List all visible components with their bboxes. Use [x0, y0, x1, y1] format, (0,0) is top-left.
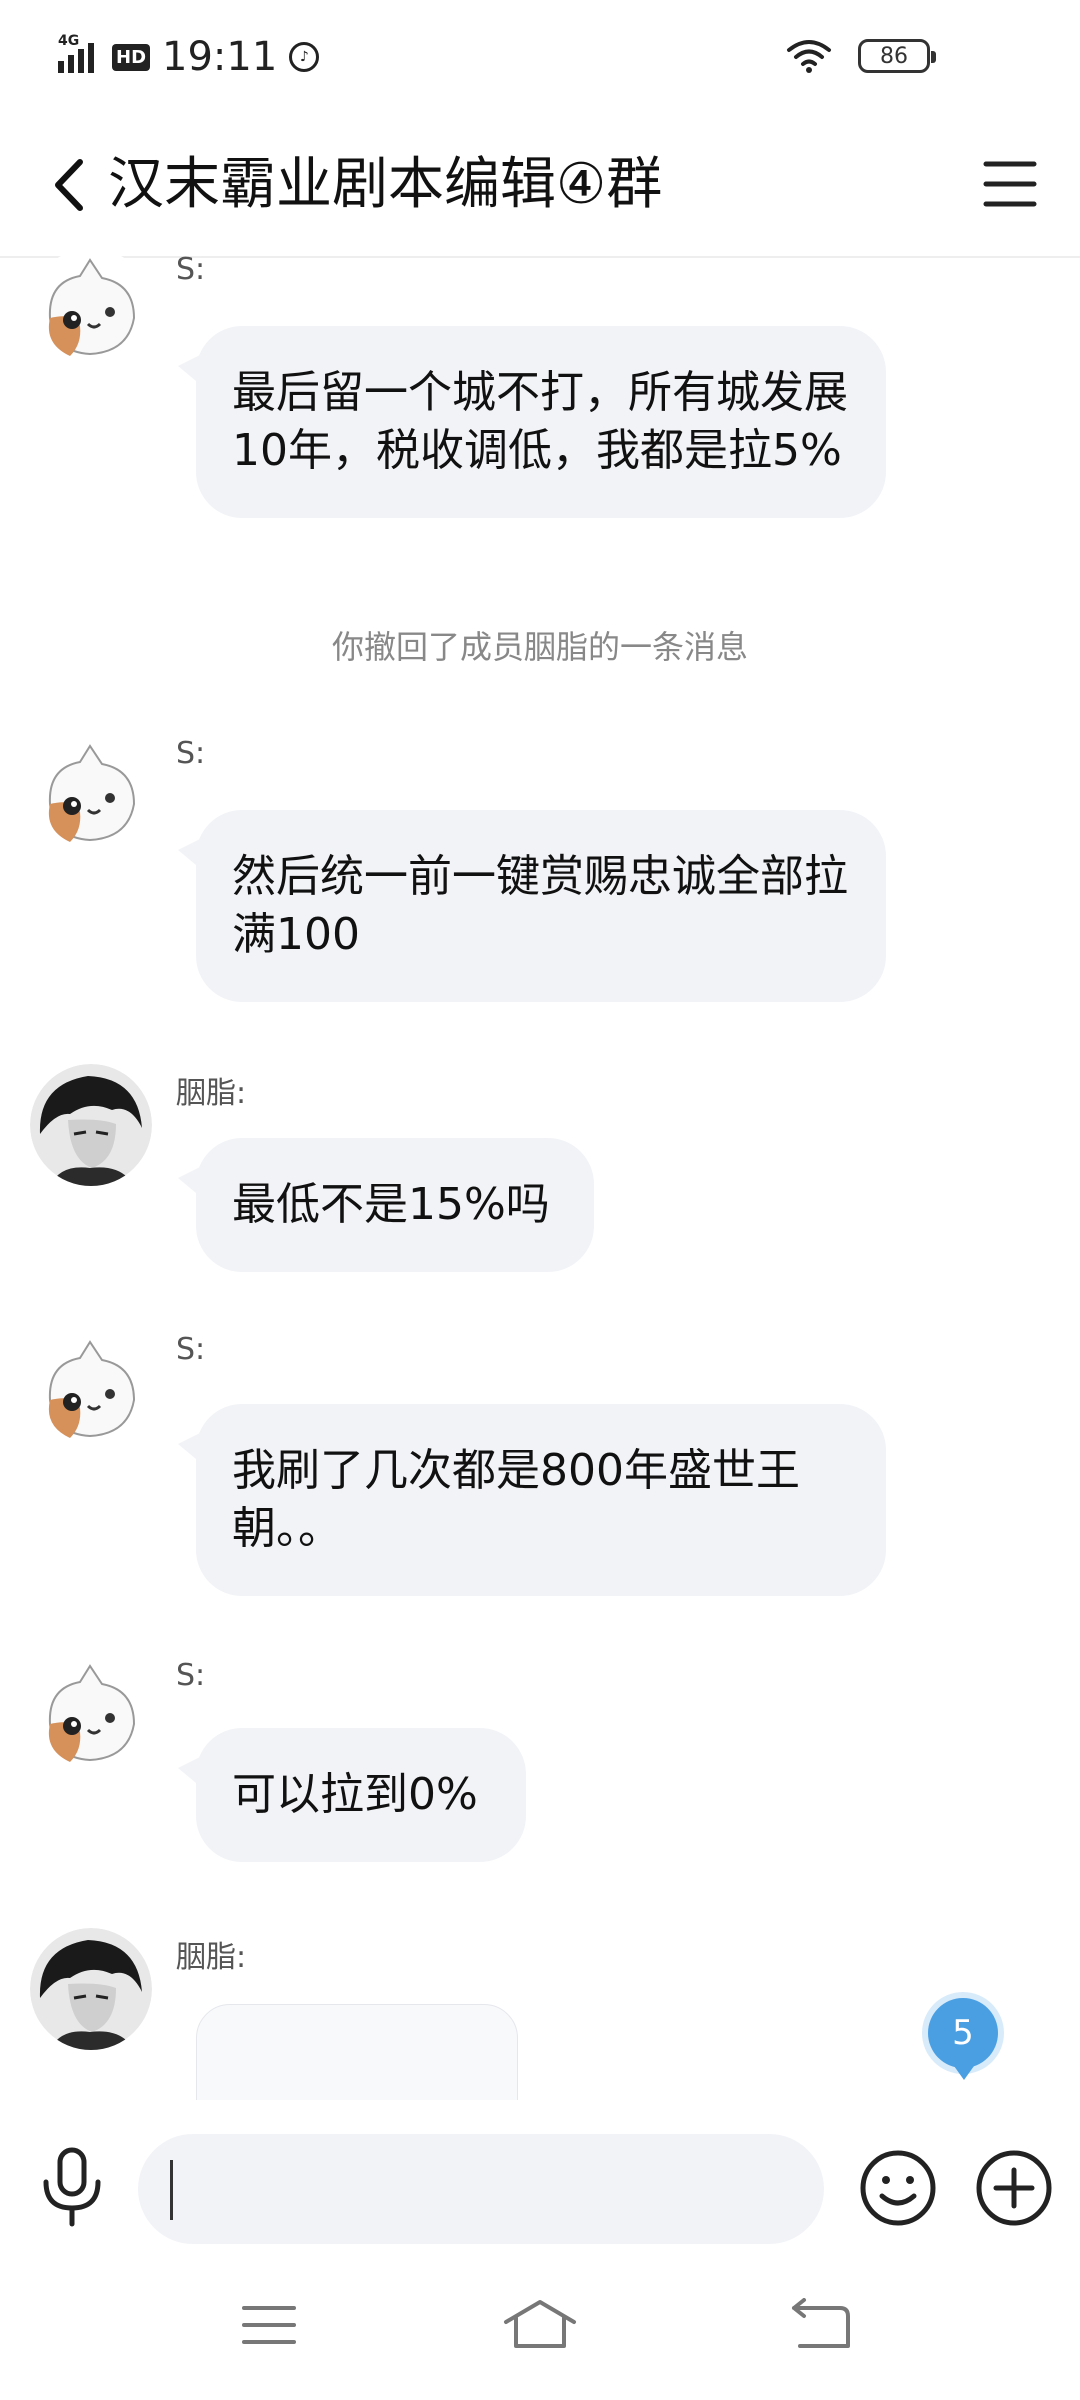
text-cursor — [170, 2160, 173, 2220]
recent-apps-button[interactable] — [240, 2300, 298, 2350]
system-recall-notice: 你撤回了成员胭脂的一条消息 — [331, 628, 748, 666]
sender-name: S: — [176, 736, 206, 771]
hd-badge: HD — [112, 43, 151, 71]
message-bubble[interactable]: 最低不是15%吗 — [178, 1138, 594, 1272]
battery-level: 86 — [880, 43, 908, 69]
message-bubble[interactable]: 最后留一个城不打，所有城发展10年，税收调低，我都是拉5% — [178, 326, 886, 518]
status-left: 4G HD 19:11 ♪ — [56, 33, 320, 80]
cat-avatar[interactable] — [30, 256, 152, 370]
menu-button[interactable] — [980, 154, 1040, 214]
chevron-left-icon — [55, 159, 83, 211]
chat-title[interactable]: 汉末霸业剧本编辑④群 — [108, 150, 662, 220]
message-bubble[interactable]: 我刷了几次都是800年盛世王朝。。 — [178, 1404, 886, 1596]
image-message[interactable] — [196, 2004, 518, 2100]
more-button[interactable] — [974, 2148, 1054, 2228]
microphone-icon — [43, 2147, 101, 2227]
battery-icon: 86 — [858, 39, 936, 73]
chat-header: 汉末霸业剧本编辑④群 — [0, 120, 1080, 258]
anime-avatar[interactable] — [30, 1928, 152, 2050]
message-list[interactable]: S: 最后留一个城不打，所有城发展10年，税收调低，我都是拉5% 你撤回了成员胭… — [0, 256, 1080, 2100]
sender-name: 胭脂: — [176, 1076, 247, 1111]
signal-icon: 4G — [56, 33, 100, 77]
emoji-icon — [860, 2150, 936, 2226]
clock: 19:11 — [162, 34, 278, 80]
cat-avatar[interactable] — [30, 1330, 152, 1452]
home-button[interactable] — [500, 2296, 580, 2352]
menu-lines-icon — [242, 2306, 296, 2344]
sender-name: S: — [176, 1658, 206, 1693]
emoji-button[interactable] — [858, 2148, 938, 2228]
wifi-icon — [787, 40, 831, 73]
unread-count-badge[interactable]: 5 — [928, 1998, 998, 2080]
notification-icon: ♪ — [289, 42, 320, 72]
cat-avatar[interactable] — [30, 734, 152, 856]
return-icon — [792, 2298, 850, 2348]
sender-name: S: — [176, 1332, 206, 1367]
home-icon — [504, 2300, 576, 2348]
plus-icon — [976, 2150, 1052, 2226]
sender-name: 胭脂: — [176, 1940, 247, 1975]
message-input[interactable] — [138, 2134, 824, 2244]
system-back-button[interactable] — [790, 2298, 852, 2352]
cat-avatar[interactable] — [30, 1654, 152, 1776]
back-button[interactable] — [40, 150, 100, 220]
message-bubble[interactable]: 可以拉到0% — [178, 1728, 526, 1862]
sender-name: S: — [176, 256, 206, 287]
hamburger-menu-icon — [983, 161, 1037, 207]
network-type: 4G — [58, 33, 80, 49]
status-bar: 4G HD 19:11 ♪ 86 — [0, 0, 1080, 120]
anime-avatar[interactable] — [30, 1064, 152, 1186]
voice-button[interactable] — [38, 2146, 106, 2228]
message-bubble[interactable]: 然后统一前一键赏赐忠诚全部拉满100 — [178, 810, 886, 1002]
status-right: 86 — [786, 38, 936, 74]
